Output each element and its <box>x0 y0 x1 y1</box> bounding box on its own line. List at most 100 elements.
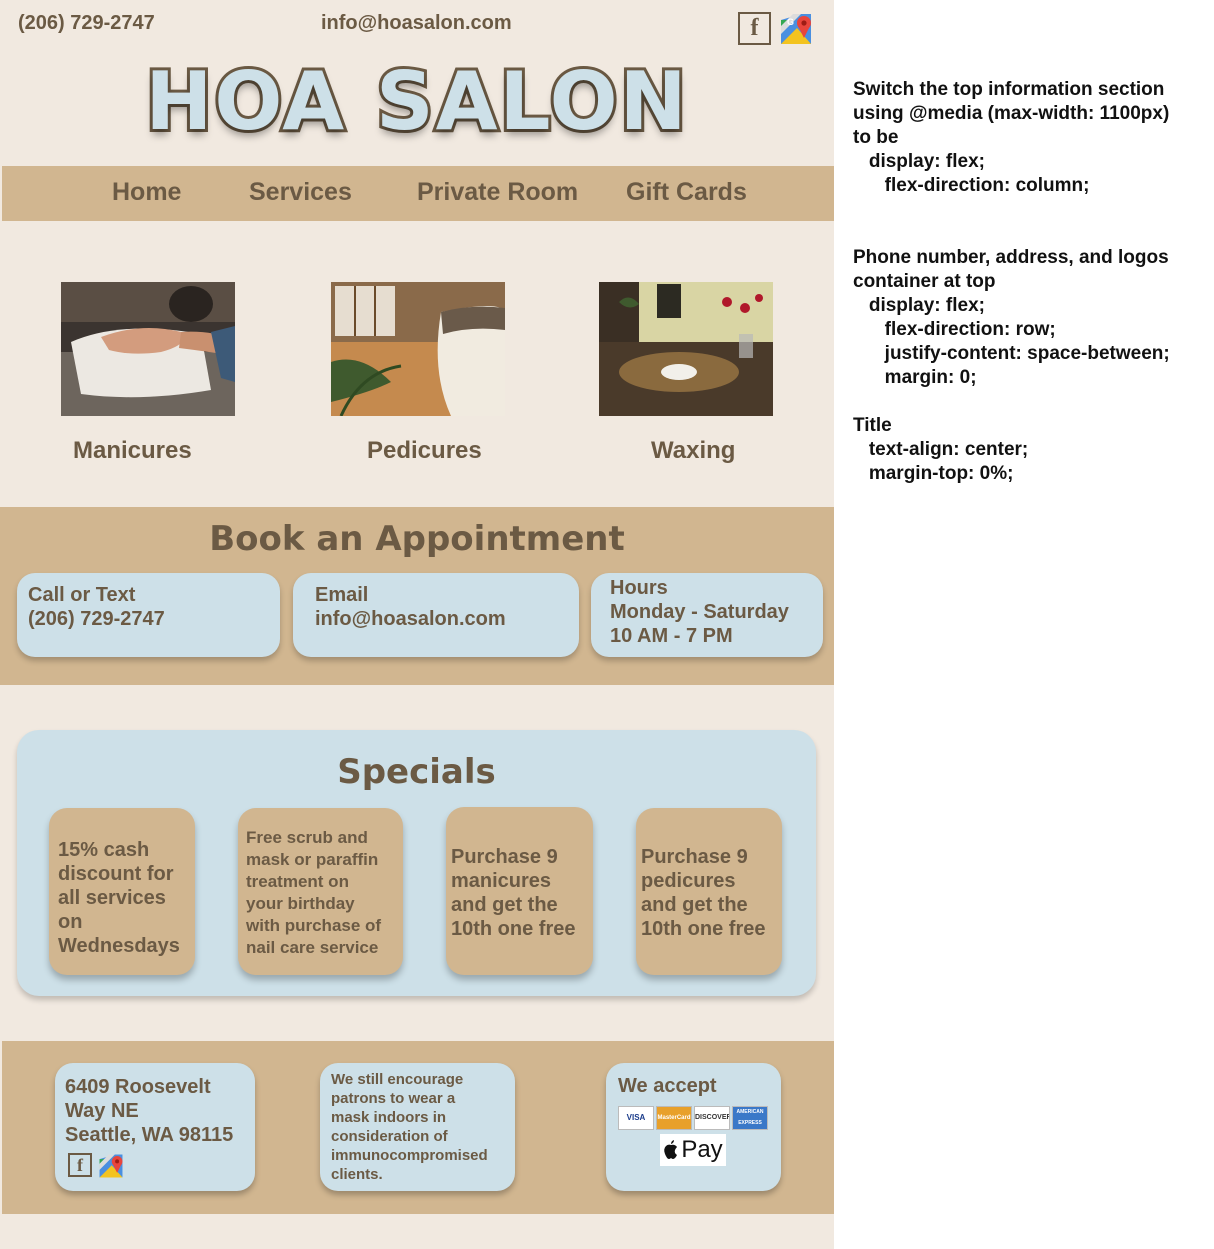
call-phone[interactable]: (206) 729-2747 <box>28 607 269 631</box>
email-card[interactable]: Email info@hoasalon.com <box>293 573 579 657</box>
address-line: Seattle, WA 98115 <box>65 1124 234 1146</box>
nav-gift-cards[interactable]: Gift Cards <box>626 178 747 207</box>
special-card-birthday: Free scrub and mask or paraffin treatmen… <box>238 808 403 975</box>
note-line: flex-direction: row; <box>853 319 1056 340</box>
design-notes: Switch the top information section using… <box>853 78 1213 486</box>
special-line: 15% cash <box>58 839 150 861</box>
notice-line: immunocompromised <box>331 1147 488 1164</box>
special-line: treatment on <box>246 872 349 891</box>
special-card-pedicures: Purchase 9 pedicures and get the 10th on… <box>636 808 782 975</box>
google-maps-icon[interactable] <box>98 1153 124 1179</box>
visa-icon: VISA <box>618 1106 654 1130</box>
special-line: manicures <box>451 870 552 892</box>
footer-social-icons: f <box>68 1153 245 1179</box>
note-line: Phone number, address, and logos <box>853 247 1169 268</box>
call-card[interactable]: Call or Text (206) 729-2747 <box>17 573 280 657</box>
note-line: flex-direction: column; <box>853 175 1090 196</box>
note-line: margin-top: 0%; <box>853 463 1014 484</box>
special-line: with purchase of <box>246 916 382 935</box>
special-card-cash: 15% cash discount for all services on We… <box>49 808 195 975</box>
site-title: HOA SALON <box>142 52 689 151</box>
note-line: Title <box>853 415 892 436</box>
note-line <box>853 222 1213 246</box>
special-line: all services <box>58 887 166 909</box>
phone-link[interactable]: (206) 729-2747 <box>18 12 155 35</box>
note-line: Switch the top information section <box>853 79 1165 100</box>
salon-page: (206) 729-2747 info@hoasalon.com f G HOA… <box>0 0 834 1249</box>
note-line: using @media (max-width: 1100px) <box>853 103 1170 124</box>
special-line: Purchase 9 <box>451 846 558 868</box>
apple-pay-badge: Pay <box>660 1134 726 1166</box>
mastercard-icon: MasterCard <box>656 1106 692 1130</box>
email-label: Email <box>315 584 369 606</box>
manicure-photo[interactable] <box>61 282 235 416</box>
note-line: display: flex; <box>853 295 985 316</box>
note-line: margin: 0; <box>853 367 977 388</box>
apple-icon <box>664 1140 678 1159</box>
facebook-icon[interactable]: f <box>68 1153 92 1177</box>
note-line: container at top <box>853 271 996 292</box>
special-line: 10th one free <box>451 918 576 940</box>
notice-line: patrons to wear a <box>331 1090 456 1107</box>
social-icons: f G <box>738 12 813 46</box>
special-line: and get the <box>451 894 558 916</box>
amex-icon: AMERICAN EXPRESS <box>732 1106 768 1130</box>
we-accept-label: We accept <box>618 1075 717 1097</box>
note-line: text-align: center; <box>853 439 1029 460</box>
hours-label: Hours <box>610 577 668 599</box>
note-line <box>853 390 1213 414</box>
special-line: mask or paraffin <box>246 850 379 869</box>
footer-section: 6409 Roosevelt Way NE Seattle, WA 98115 … <box>2 1041 834 1214</box>
special-line: Free scrub and <box>246 828 368 847</box>
google-maps-icon[interactable]: G <box>779 12 813 46</box>
payment-card: We accept VISA MasterCard DISCOVER AMERI… <box>606 1063 781 1191</box>
special-line: discount for <box>58 863 174 885</box>
notice-line: clients. <box>331 1166 383 1183</box>
svg-text:G: G <box>787 17 794 27</box>
main-nav: Home Services Private Room Gift Cards <box>2 166 834 221</box>
special-line: on <box>58 911 83 933</box>
note-line <box>853 198 1213 222</box>
special-line: Purchase 9 <box>641 846 748 868</box>
address-line: 6409 Roosevelt <box>65 1076 211 1098</box>
hours-card: Hours Monday - Saturday 10 AM - 7 PM <box>591 573 823 657</box>
special-line: and get the <box>641 894 748 916</box>
apple-pay-label: Pay <box>681 1136 723 1163</box>
specials-title: Specials <box>337 752 496 792</box>
notice-line: We still encourage <box>331 1071 464 1088</box>
mask-notice-card: We still encourage patrons to wear a mas… <box>320 1063 515 1191</box>
waxing-room-photo[interactable] <box>599 282 773 416</box>
top-info-bar: (206) 729-2747 info@hoasalon.com f G <box>0 0 834 52</box>
service-label-manicures[interactable]: Manicures <box>73 437 192 465</box>
notice-line: mask indoors in <box>331 1109 447 1126</box>
special-line: your birthday <box>246 894 355 913</box>
hours-days: Monday - Saturday <box>610 601 789 623</box>
special-line: pedicures <box>641 870 736 892</box>
specials-section: Specials 15% cash discount for all servi… <box>17 730 816 996</box>
email-address[interactable]: info@hoasalon.com <box>315 607 557 631</box>
facebook-icon[interactable]: f <box>738 12 771 45</box>
card-logos: VISA MasterCard DISCOVER AMERICAN EXPRES… <box>618 1106 769 1130</box>
service-label-pedicures[interactable]: Pedicures <box>367 437 482 465</box>
nav-private-room[interactable]: Private Room <box>417 178 578 207</box>
notice-line: consideration of <box>331 1128 448 1145</box>
note-line: to be <box>853 127 899 148</box>
nav-home[interactable]: Home <box>112 178 181 207</box>
pedicure-room-photo[interactable] <box>331 282 505 416</box>
note-line: display: flex; <box>853 151 985 172</box>
special-line: Wednesdays <box>58 935 180 957</box>
special-line: 10th one free <box>641 918 766 940</box>
discover-icon: DISCOVER <box>694 1106 730 1130</box>
nav-services[interactable]: Services <box>249 178 352 207</box>
call-label: Call or Text <box>28 584 136 606</box>
hours-time: 10 AM - 7 PM <box>610 625 733 647</box>
email-link[interactable]: info@hoasalon.com <box>321 12 512 35</box>
address-card: 6409 Roosevelt Way NE Seattle, WA 98115 … <box>55 1063 255 1191</box>
special-line: nail care service <box>246 938 379 957</box>
booking-section: Book an Appointment Call or Text (206) 7… <box>0 507 834 685</box>
service-label-waxing[interactable]: Waxing <box>651 437 735 465</box>
address-line: Way NE <box>65 1100 139 1122</box>
special-card-manicures: Purchase 9 manicures and get the 10th on… <box>446 807 593 975</box>
note-line: justify-content: space-between; <box>853 343 1170 364</box>
booking-title: Book an Appointment <box>209 519 625 559</box>
